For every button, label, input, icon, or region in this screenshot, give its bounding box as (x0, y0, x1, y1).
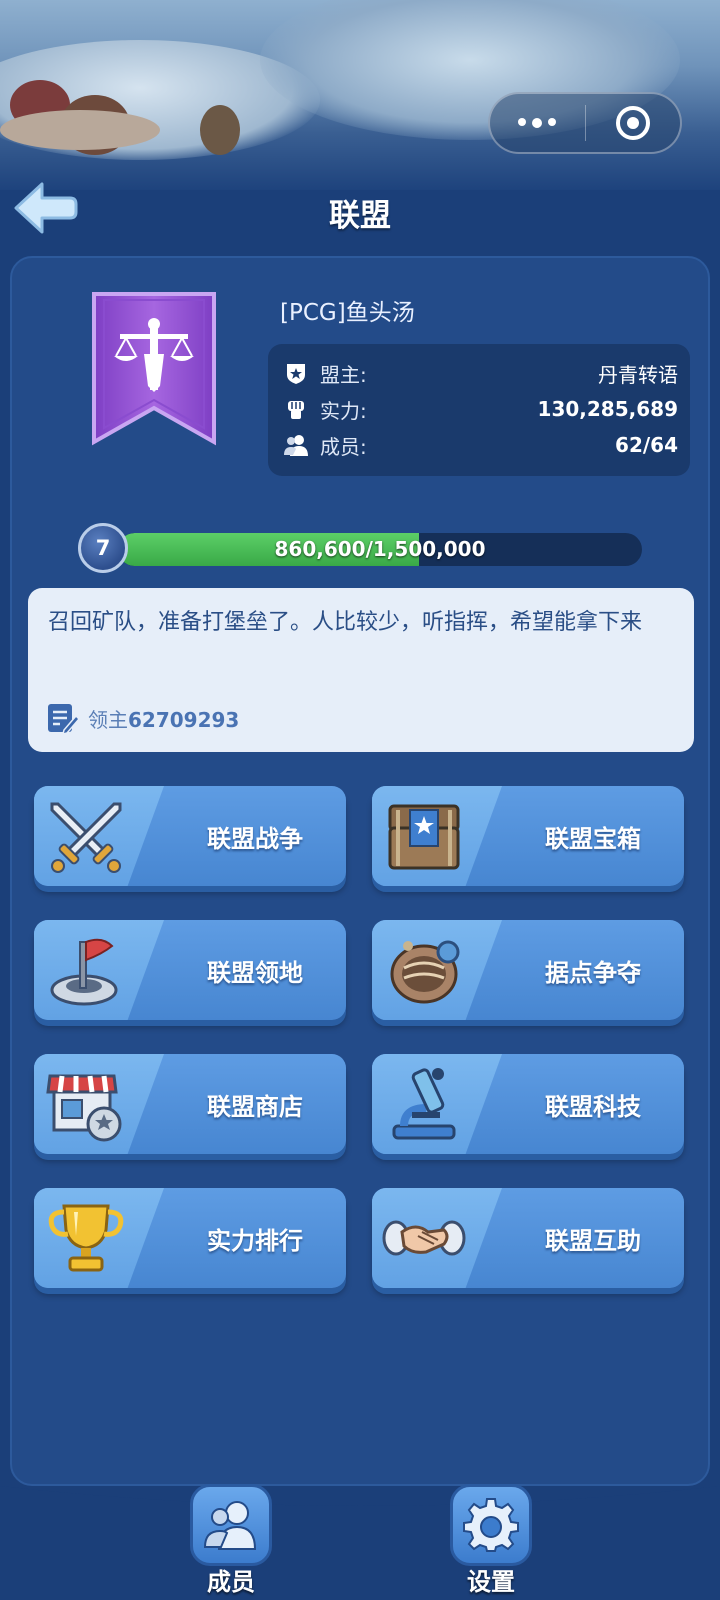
alliance-help-button[interactable]: 联盟互助 (372, 1188, 684, 1288)
fist-icon (282, 395, 310, 423)
members-icon (282, 431, 310, 459)
more-button[interactable] (490, 94, 585, 152)
notice-author: 领主62709293 (46, 702, 239, 734)
settings-nav-label: 设置 (467, 1568, 515, 1596)
leader-badge-icon (282, 359, 310, 387)
stronghold-contest-label: 据点争夺 (545, 958, 641, 987)
crossed-swords-icon (50, 802, 122, 873)
alliance-name: [PCG]鱼头汤 (280, 300, 415, 326)
page-title: 联盟 (329, 198, 391, 234)
edit-note-icon (48, 704, 78, 734)
alliance-chest-button[interactable]: 联盟宝箱 (372, 786, 684, 886)
members-nav-label: 成员 (207, 1568, 255, 1596)
members-value: 62/64 (615, 433, 678, 457)
alliance-war-label: 联盟战争 (207, 824, 303, 853)
members-label: 成员: (320, 434, 367, 459)
power-ranking-button[interactable]: 实力排行 (34, 1188, 346, 1288)
alliance-info-box: 盟主: 丹青转语 实力: 130,285,689 成员: 62/64 (268, 344, 690, 476)
stronghold-shell-icon (390, 940, 460, 1004)
stronghold-contest-button[interactable]: 据点争夺 (372, 920, 684, 1020)
power-row: 实力: 130,285,689 (282, 392, 678, 426)
level-progress-text: 860,600/1,500,000 (274, 537, 486, 561)
power-ranking-label: 实力排行 (207, 1226, 303, 1255)
power-value: 130,285,689 (537, 397, 678, 421)
alliance-territory-label: 联盟领地 (207, 958, 303, 987)
alliance-war-button[interactable]: 联盟战争 (34, 786, 346, 886)
alliance-chest-label: 联盟宝箱 (545, 824, 641, 853)
members-nav-button[interactable]: 成员 (186, 1484, 276, 1596)
author-prefix: 领主 (88, 707, 128, 732)
alliance-tech-button[interactable]: 联盟科技 (372, 1054, 684, 1154)
microscope-icon (392, 1068, 456, 1140)
alliance-territory-button[interactable]: 联盟领地 (34, 920, 346, 1020)
leader-row: 盟主: 丹青转语 (282, 356, 678, 390)
alliance-help-label: 联盟互助 (545, 1226, 641, 1255)
author-id: 62709293 (128, 707, 240, 732)
trophy-icon (48, 1204, 124, 1272)
alliance-notice[interactable]: 召回矿队，准备打堡垒了。人比较少，听指挥，希望能拿下来 领主62709293 (28, 588, 694, 752)
bottom-nav (0, 1486, 720, 1600)
alliance-shop-button[interactable]: 联盟商店 (34, 1054, 346, 1154)
leader-label: 盟主: (320, 362, 367, 387)
level-badge: 7 (78, 523, 128, 573)
settings-nav-button[interactable]: 设置 (446, 1484, 536, 1596)
power-label: 实力: (320, 398, 367, 423)
members-row: 成员: 62/64 (282, 428, 678, 462)
close-miniprogram-button[interactable] (586, 94, 681, 152)
miniprogram-capsule (488, 92, 682, 154)
page-header: 联盟 (0, 180, 720, 240)
gear-icon (463, 1498, 519, 1552)
notice-text: 召回矿队，准备打堡垒了。人比较少，听指挥，希望能拿下来 (48, 610, 643, 635)
leader-value: 丹青转语 (598, 362, 678, 387)
alliance-tech-label: 联盟科技 (545, 1092, 641, 1121)
alliance-banner-icon (90, 290, 218, 448)
members-nav-icon (203, 1501, 257, 1550)
target-circle-icon (615, 106, 650, 140)
alliance-shop-label: 联盟商店 (207, 1092, 303, 1121)
territory-flag-icon (50, 938, 118, 1006)
more-dots-icon (518, 118, 557, 128)
handshake-icon (382, 1220, 466, 1256)
shop-icon (46, 1074, 122, 1142)
treasure-chest-icon (388, 804, 460, 870)
